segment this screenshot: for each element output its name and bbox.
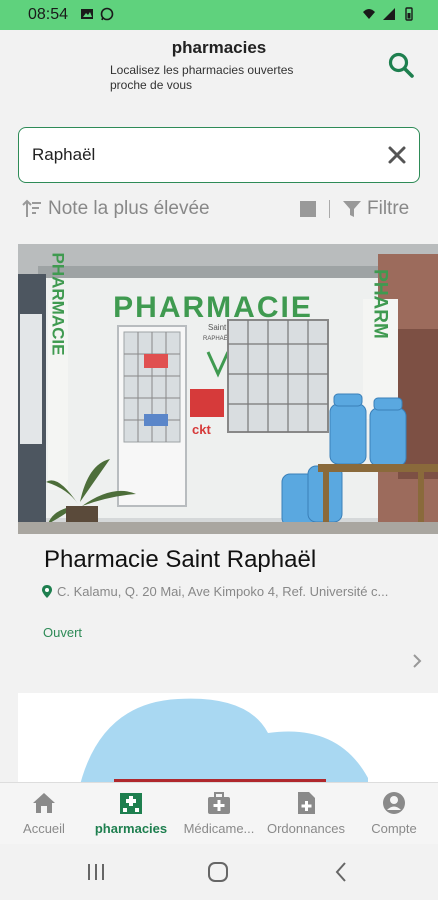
search-input[interactable] (32, 143, 372, 167)
app-header: pharmacies Localisez les pharmacies ouve… (0, 30, 438, 116)
pharmacy-photo-next (18, 693, 438, 793)
status-badge: Ouvert (43, 625, 83, 640)
photo-side-sign-left: PHARMACIE (48, 253, 68, 490)
filter-button[interactable]: Filtre (342, 198, 409, 220)
image-notification-icon (81, 9, 93, 19)
sort-label: Note la plus élevée (48, 198, 210, 219)
photo-small-sign: ckt (192, 422, 211, 437)
recent-apps-icon[interactable] (84, 860, 108, 884)
search-icon[interactable] (386, 50, 416, 80)
back-icon[interactable] (330, 860, 354, 884)
pharmacy-photo-illustration: PHARMACIE PHARMACIE PHARM Saint RAPHAËL … (18, 244, 438, 534)
pharmacy-card-next[interactable] (18, 693, 438, 793)
signal-icon (383, 8, 395, 20)
nav-label-ordonnances: Ordonnances (266, 821, 346, 836)
photo-doorsign-1: Saint (208, 323, 227, 332)
sort-filter-bar: Note la plus élevée Filtre (22, 196, 418, 224)
sort-button[interactable]: Note la plus élevée (22, 198, 210, 220)
filter-label: Filtre (367, 198, 410, 219)
sort-icon (22, 199, 41, 217)
nav-label-medicaments: Médicame... (183, 821, 255, 836)
page-title: pharmacies (171, 38, 267, 57)
nav-item-ordonnances[interactable]: Ordonnances (262, 789, 350, 836)
pharmacy-card[interactable]: PHARMACIE PHARMACIE PHARM Saint RAPHAËL … (18, 244, 438, 684)
hospital-icon (120, 793, 142, 814)
battery-icon (405, 7, 413, 21)
pharmacy-name: Pharmacie Saint Raphaël (44, 546, 317, 573)
chevron-right-icon[interactable] (410, 654, 424, 668)
nav-item-accueil[interactable]: Accueil (0, 789, 88, 836)
system-icons (362, 7, 416, 21)
notification-icons (80, 7, 114, 21)
medical-kit-icon (208, 792, 230, 814)
view-mode-icon[interactable] (300, 201, 316, 217)
nav-label-compte: Compte (371, 821, 417, 836)
prescription-file-icon (298, 792, 315, 814)
pharmacy-address: C. Kalamu, Q. 20 Mai, Ave Kimpoko 4, Ref… (42, 584, 422, 599)
pharmacy-address-text: C. Kalamu, Q. 20 Mai, Ave Kimpoko 4, Ref… (57, 584, 389, 599)
nav-label-accueil: Accueil (23, 821, 65, 836)
status-time: 08:54 (28, 6, 69, 23)
home-button-icon[interactable] (206, 860, 230, 884)
wifi-icon (363, 9, 375, 19)
nav-item-compte[interactable]: Compte (350, 789, 438, 836)
divider (329, 200, 330, 218)
pharmacy-photo: PHARMACIE PHARMACIE PHARM Saint RAPHAËL … (18, 244, 438, 534)
nav-label-pharmacies: pharmacies (94, 821, 168, 836)
photo-side-text: PHARMACIE (49, 253, 68, 356)
system-navigation-bar (0, 844, 438, 900)
home-icon (33, 793, 55, 813)
whatsapp-icon (100, 7, 114, 21)
page-subtitle: Localisez les pharmacies ouvertes proche… (110, 63, 294, 92)
status-bar: 08:54 (0, 0, 438, 30)
nav-item-medicaments[interactable]: Médicame... (175, 789, 263, 836)
photo-side-text-right: PHARM (370, 269, 391, 339)
bottom-navigation: Accueil pharmacies Médicame... Ordonnanc… (0, 782, 438, 844)
search-field[interactable] (18, 127, 420, 183)
filter-icon (343, 201, 361, 217)
close-icon[interactable] (387, 145, 407, 165)
nav-item-pharmacies[interactable]: pharmacies (87, 789, 175, 836)
location-pin-icon (42, 585, 52, 598)
account-icon (383, 792, 405, 814)
